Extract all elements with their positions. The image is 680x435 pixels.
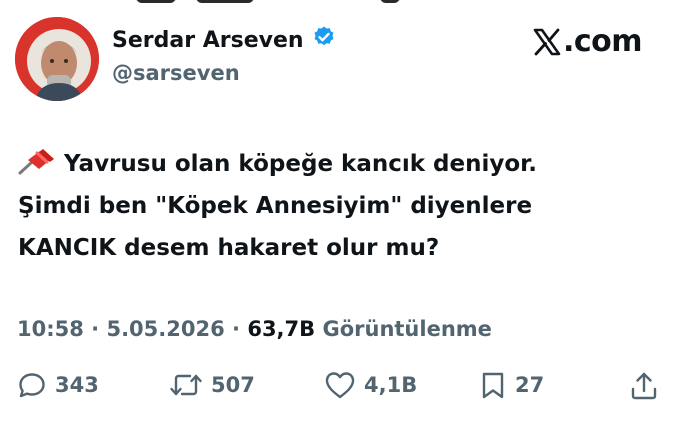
tweet-text: Yavrusu olan köpeğe kancık deniyor. Şimd…	[18, 143, 658, 269]
logo-label: .com	[562, 24, 643, 59]
like-count: 4,1B	[364, 373, 418, 397]
reply-button[interactable]: 343	[17, 370, 99, 400]
author-name[interactable]: Serdar Arseven	[112, 28, 304, 53]
x-com-logo: .com	[533, 24, 643, 59]
tweet-time[interactable]: 10:58	[17, 317, 84, 341]
heart-icon	[325, 372, 355, 399]
bookmark-count: 27	[515, 373, 545, 397]
bookmark-icon	[482, 372, 504, 399]
tweet-line-1: Yavrusu olan köpeğe kancık deniyor.	[64, 151, 537, 177]
tweet-line: Yavrusu olan köpeğe kancık deniyor.	[18, 143, 658, 185]
x-logo-icon	[533, 28, 561, 55]
meta-separator: ·	[91, 317, 100, 341]
tweet-line-2: Şimdi ben "Köpek Annesiyim" diyenlere	[18, 193, 533, 219]
author-handle[interactable]: @sarseven	[112, 61, 240, 85]
tweet-meta: 10:58 · 5.05.2026 · 63,7B Görüntülenme	[17, 317, 492, 341]
reply-count: 343	[55, 373, 99, 397]
avatar[interactable]	[15, 17, 99, 101]
verified-badge-icon	[312, 25, 336, 55]
avatar-photo	[15, 17, 99, 101]
meta-separator: ·	[232, 317, 241, 341]
bookmark-button[interactable]: 27	[479, 370, 544, 400]
action-bar: 343 507 4,1B 27	[17, 370, 662, 410]
views-label: Görüntülenme	[322, 317, 492, 341]
share-icon	[631, 372, 657, 400]
pushpin-icon	[18, 147, 56, 175]
tweet-date[interactable]: 5.05.2026	[106, 317, 224, 341]
like-button[interactable]: 4,1B	[324, 370, 417, 400]
share-button[interactable]	[629, 370, 659, 402]
author-name-row[interactable]: Serdar Arseven	[112, 25, 336, 55]
views-count[interactable]: 63,7B	[247, 317, 315, 341]
tweet-line-3: KANCIK desem hakaret olur mu?	[18, 235, 440, 261]
repost-count: 507	[211, 373, 255, 397]
repost-button[interactable]: 507	[169, 370, 255, 400]
reply-icon	[19, 373, 45, 398]
cutoff-text-remnant	[0, 0, 680, 6]
repost-icon	[170, 374, 202, 396]
